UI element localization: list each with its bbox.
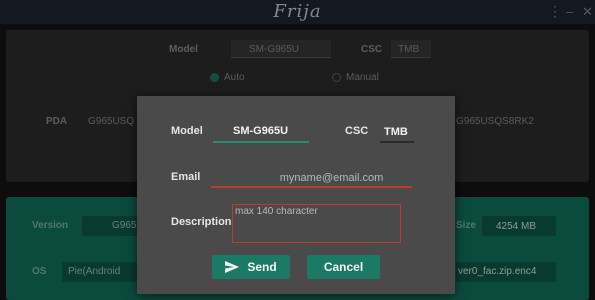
send-icon [225, 261, 240, 273]
send-button-label: Send [247, 260, 277, 274]
send-button[interactable]: Send [212, 255, 290, 279]
csc-underline [380, 141, 414, 143]
email-field [211, 168, 412, 188]
cancel-button-label: Cancel [323, 260, 364, 274]
model-underline [213, 141, 309, 143]
dialog-model-label: Model [171, 125, 203, 137]
description-input[interactable] [233, 205, 400, 242]
cancel-button[interactable]: Cancel [307, 255, 380, 279]
description-label: Description [171, 216, 232, 228]
email-label: Email [171, 171, 201, 183]
dialog-csc-value: TMB [384, 126, 408, 138]
report-dialog: Model SM-G965U CSC TMB Email Description… [137, 96, 455, 294]
email-input[interactable] [211, 169, 412, 187]
dialog-model-value: SM-G965U [233, 125, 289, 137]
description-box [232, 204, 401, 243]
dialog-csc-label: CSC [345, 125, 369, 137]
